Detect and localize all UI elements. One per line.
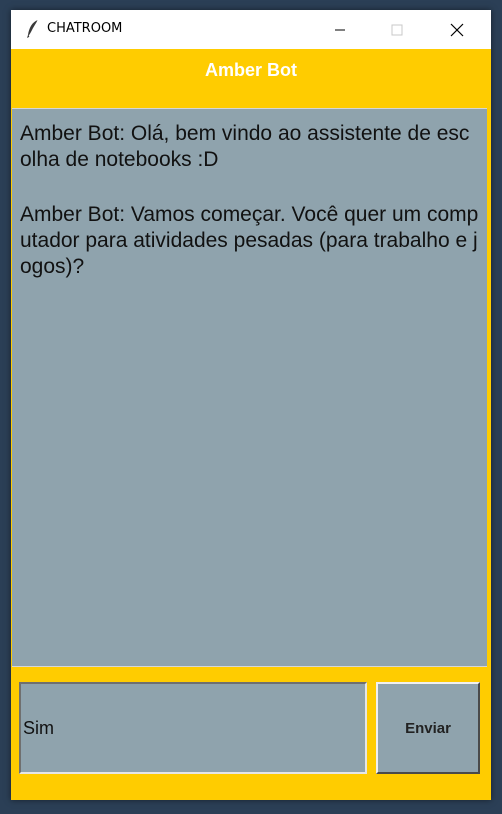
- chat-header: Amber Bot: [11, 49, 491, 107]
- send-button[interactable]: Enviar: [376, 682, 480, 774]
- send-button-label: Enviar: [405, 719, 451, 737]
- minimize-button[interactable]: [317, 10, 363, 49]
- close-button[interactable]: [434, 10, 480, 49]
- feather-icon: [24, 19, 42, 39]
- chat-message: Amber Bot: Olá, bem vindo ao assistente …: [20, 122, 470, 171]
- window-title: CHATROOM: [47, 21, 123, 36]
- minimize-icon: [335, 29, 345, 30]
- chat-message: Amber Bot: Vamos começar. Você quer um c…: [20, 203, 479, 278]
- maximize-icon: [391, 24, 403, 35]
- chatroom-window: CHATROOM Amber Bot Amber Bot: Olá, bem v…: [11, 10, 491, 800]
- message-input[interactable]: Sim: [19, 682, 367, 774]
- message-input-value: Sim: [23, 718, 54, 738]
- maximize-button[interactable]: [374, 10, 420, 49]
- chat-log[interactable]: Amber Bot: Olá, bem vindo ao assistente …: [12, 108, 487, 667]
- title-bar[interactable]: CHATROOM: [11, 10, 491, 49]
- bot-name-title: Amber Bot: [204, 60, 297, 80]
- close-icon: [450, 23, 464, 36]
